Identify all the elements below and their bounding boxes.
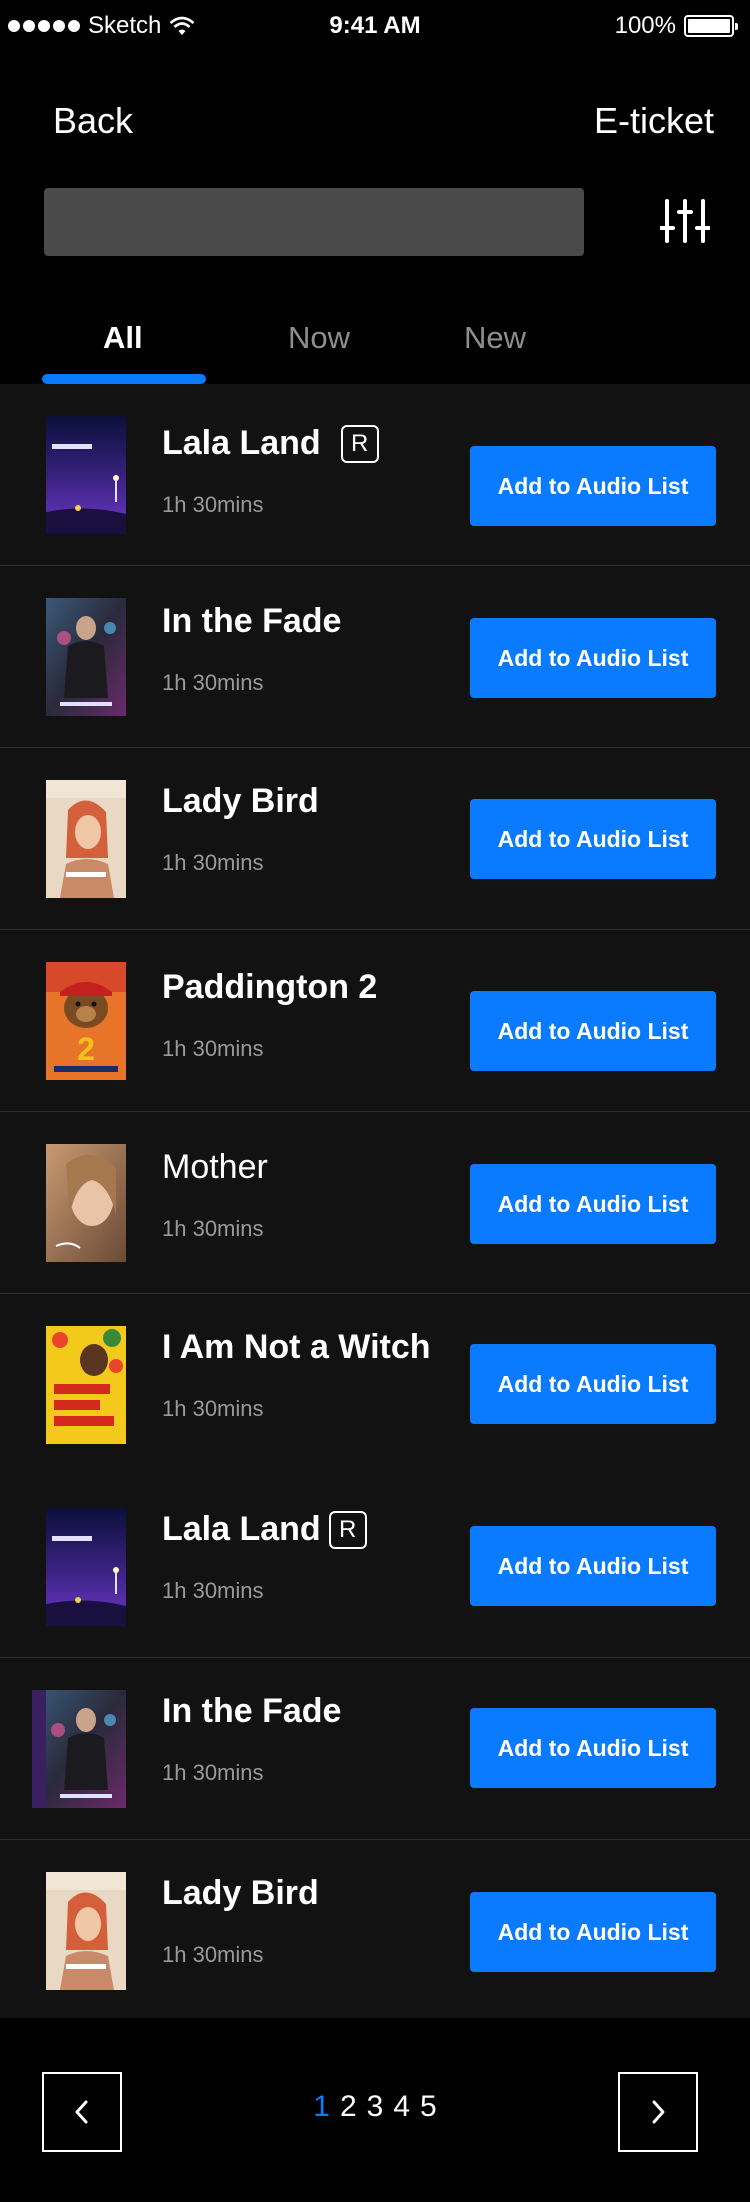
poster-image bbox=[46, 1326, 126, 1444]
poster-image bbox=[46, 1872, 126, 1990]
tab-all[interactable]: All bbox=[103, 320, 143, 356]
title-group: Lady Bird bbox=[162, 782, 319, 821]
add-to-audio-list-button[interactable]: Add to Audio List bbox=[470, 1892, 716, 1972]
page-2[interactable]: 2 bbox=[340, 2090, 357, 2124]
rating-badge: R bbox=[340, 424, 379, 463]
title-group: I Am Not a Witch bbox=[162, 1328, 431, 1367]
battery-percent: 100% bbox=[614, 12, 676, 39]
search-input[interactable] bbox=[44, 188, 584, 256]
movie-duration: 1h 30mins bbox=[162, 1942, 264, 1967]
movie-duration: 1h 30mins bbox=[162, 492, 264, 517]
list-item: Lala Land R 1h 30mins Add to Audio List bbox=[0, 384, 750, 566]
poster-image bbox=[46, 1508, 126, 1626]
movie-title: Mother bbox=[162, 1148, 268, 1186]
poster-image bbox=[46, 598, 126, 716]
movie-duration: 1h 30mins bbox=[162, 1396, 264, 1421]
title-group: Mother bbox=[162, 1148, 268, 1187]
back-button[interactable]: Back bbox=[53, 100, 133, 142]
title-group: Lala Land R bbox=[162, 424, 379, 463]
movie-duration: 1h 30mins bbox=[162, 1760, 264, 1785]
title-group: Paddington 2 bbox=[162, 968, 377, 1007]
add-to-audio-list-button[interactable]: Add to Audio List bbox=[470, 1708, 716, 1788]
status-bar: Sketch 9:41 AM 100% bbox=[0, 0, 750, 54]
movie-duration: 1h 30mins bbox=[162, 1578, 264, 1603]
rating-badge: R bbox=[328, 1510, 367, 1549]
movie-title: In the Fade bbox=[162, 602, 342, 640]
list-item: 2 Paddington 2 1h 30mins Add to Audio Li… bbox=[0, 930, 750, 1112]
poster-image bbox=[46, 780, 126, 898]
page-3[interactable]: 3 bbox=[367, 2090, 384, 2124]
page-1[interactable]: 1 bbox=[313, 2090, 330, 2124]
title-group: Lala Land R bbox=[162, 1510, 367, 1549]
list-item: Lady Bird 1h 30mins Add to Audio List bbox=[0, 748, 750, 930]
add-to-audio-list-button[interactable]: Add to Audio List bbox=[470, 1344, 716, 1424]
add-to-audio-list-button[interactable]: Add to Audio List bbox=[470, 799, 716, 879]
movie-title: I Am Not a Witch bbox=[162, 1328, 431, 1366]
category-tabs: All Now New bbox=[0, 300, 750, 384]
movie-list: Lala Land R 1h 30mins Add to Audio List … bbox=[0, 384, 750, 2018]
movie-title: Paddington 2 bbox=[162, 968, 378, 1006]
add-to-audio-list-button[interactable]: Add to Audio List bbox=[470, 1526, 716, 1606]
add-to-audio-list-button[interactable]: Add to Audio List bbox=[470, 1164, 716, 1244]
poster-image bbox=[32, 1690, 126, 1808]
movie-title: Lala Land bbox=[162, 1510, 321, 1548]
movie-duration: 1h 30mins bbox=[162, 850, 264, 875]
title-group: Lady Bird bbox=[162, 1874, 319, 1913]
poster-image: 2 bbox=[46, 962, 126, 1080]
poster-image bbox=[46, 1144, 126, 1262]
movie-title: In the Fade bbox=[162, 1692, 342, 1730]
page-5[interactable]: 5 bbox=[420, 2090, 437, 2124]
title-group: In the Fade bbox=[162, 1692, 341, 1731]
add-to-audio-list-button[interactable]: Add to Audio List bbox=[470, 991, 716, 1071]
movie-duration: 1h 30mins bbox=[162, 670, 264, 695]
add-to-audio-list-button[interactable]: Add to Audio List bbox=[470, 446, 716, 526]
battery-icon bbox=[684, 15, 738, 37]
next-page-button[interactable] bbox=[618, 2072, 698, 2152]
list-item: In the Fade 1h 30mins Add to Audio List bbox=[0, 566, 750, 748]
tab-now[interactable]: Now bbox=[288, 320, 350, 356]
tab-new[interactable]: New bbox=[464, 320, 526, 356]
active-tab-indicator bbox=[42, 374, 206, 384]
list-item: I Am Not a Witch 1h 30mins Add to Audio … bbox=[0, 1294, 750, 1476]
add-to-audio-list-button[interactable]: Add to Audio List bbox=[470, 618, 716, 698]
list-item: In the Fade 1h 30mins Add to Audio List bbox=[0, 1658, 750, 1840]
svg-text:2: 2 bbox=[77, 1031, 95, 1067]
status-bar-right: 100% bbox=[614, 12, 738, 40]
list-item: Mother 1h 30mins Add to Audio List bbox=[0, 1112, 750, 1294]
poster-image bbox=[46, 416, 126, 534]
list-item: Lady Bird 1h 30mins Add to Audio List bbox=[0, 1840, 750, 2018]
movie-title: Lala Land bbox=[162, 424, 321, 462]
filter-sliders-icon[interactable] bbox=[660, 198, 710, 244]
movie-title: Lady Bird bbox=[162, 782, 319, 820]
page-4[interactable]: 4 bbox=[393, 2090, 410, 2124]
movie-duration: 1h 30mins bbox=[162, 1216, 264, 1241]
movie-title: Lady Bird bbox=[162, 1874, 319, 1912]
title-group: In the Fade bbox=[162, 602, 341, 641]
movie-duration: 1h 30mins bbox=[162, 1036, 264, 1061]
list-item: Lala Land R 1h 30mins Add to Audio List bbox=[0, 1476, 750, 1658]
eticket-button[interactable]: E-ticket bbox=[594, 100, 714, 142]
chevron-right-icon bbox=[652, 2100, 665, 2124]
